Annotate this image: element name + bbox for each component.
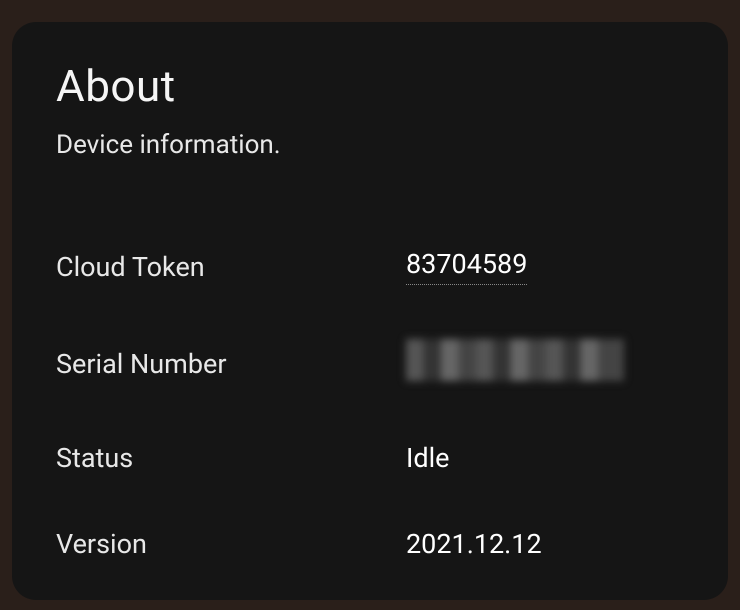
value-serial-number: [406, 339, 624, 388]
about-card: About Device information. Cloud Token 83…: [12, 22, 728, 600]
value-status: Idle: [406, 442, 449, 474]
page-subtitle: Device information.: [56, 130, 684, 160]
redacted-block: [406, 339, 624, 381]
value-version: 2021.12.12: [406, 528, 542, 560]
row-status: Status Idle: [56, 442, 684, 474]
page-title: About: [56, 60, 684, 112]
row-cloud-token: Cloud Token 83704589: [56, 248, 684, 285]
label-version: Version: [56, 528, 406, 560]
value-cloud-token[interactable]: 83704589: [406, 248, 527, 285]
label-serial-number: Serial Number: [56, 348, 406, 380]
row-serial-number: Serial Number: [56, 339, 684, 388]
label-cloud-token: Cloud Token: [56, 251, 406, 283]
row-version: Version 2021.12.12: [56, 528, 684, 560]
label-status: Status: [56, 442, 406, 474]
